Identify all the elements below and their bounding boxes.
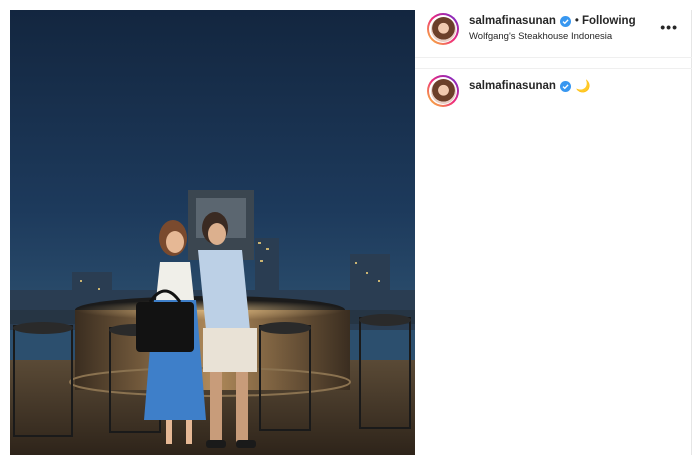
- more-options-icon[interactable]: •••: [660, 19, 678, 35]
- avatar[interactable]: [427, 13, 459, 45]
- caption-avatar-ring: [429, 77, 457, 105]
- avatar-ring: [429, 15, 457, 43]
- separator-dot: •: [574, 15, 579, 27]
- post-photo[interactable]: [10, 10, 415, 455]
- caption-row: salmafinasunan 🌙: [415, 68, 692, 108]
- rooftop-photo-illustration: [10, 10, 415, 455]
- caption-avatar[interactable]: [427, 75, 459, 107]
- location-link[interactable]: Wolfgang's Steakhouse Indonesia: [469, 31, 612, 42]
- verified-badge-icon: [559, 15, 571, 27]
- following-button[interactable]: Following: [582, 15, 636, 27]
- caption-avatar-image: [430, 78, 456, 104]
- avatar-image: [430, 16, 456, 42]
- caption-line: salmafinasunan 🌙: [469, 79, 591, 93]
- header-user-line: salmafinasunan • Following: [469, 15, 636, 27]
- caption-text: 🌙: [575, 79, 591, 93]
- caption-verified-badge-icon: [559, 80, 571, 92]
- instagram-post-window: salmafinasunan • Following Wolfgang's St…: [0, 0, 700, 465]
- caption-username-link[interactable]: salmafinasunan: [469, 80, 556, 92]
- header-username-link[interactable]: salmafinasunan: [469, 15, 556, 27]
- post-header: salmafinasunan • Following Wolfgang's St…: [415, 10, 692, 58]
- post-side-panel: salmafinasunan • Following Wolfgang's St…: [415, 10, 692, 455]
